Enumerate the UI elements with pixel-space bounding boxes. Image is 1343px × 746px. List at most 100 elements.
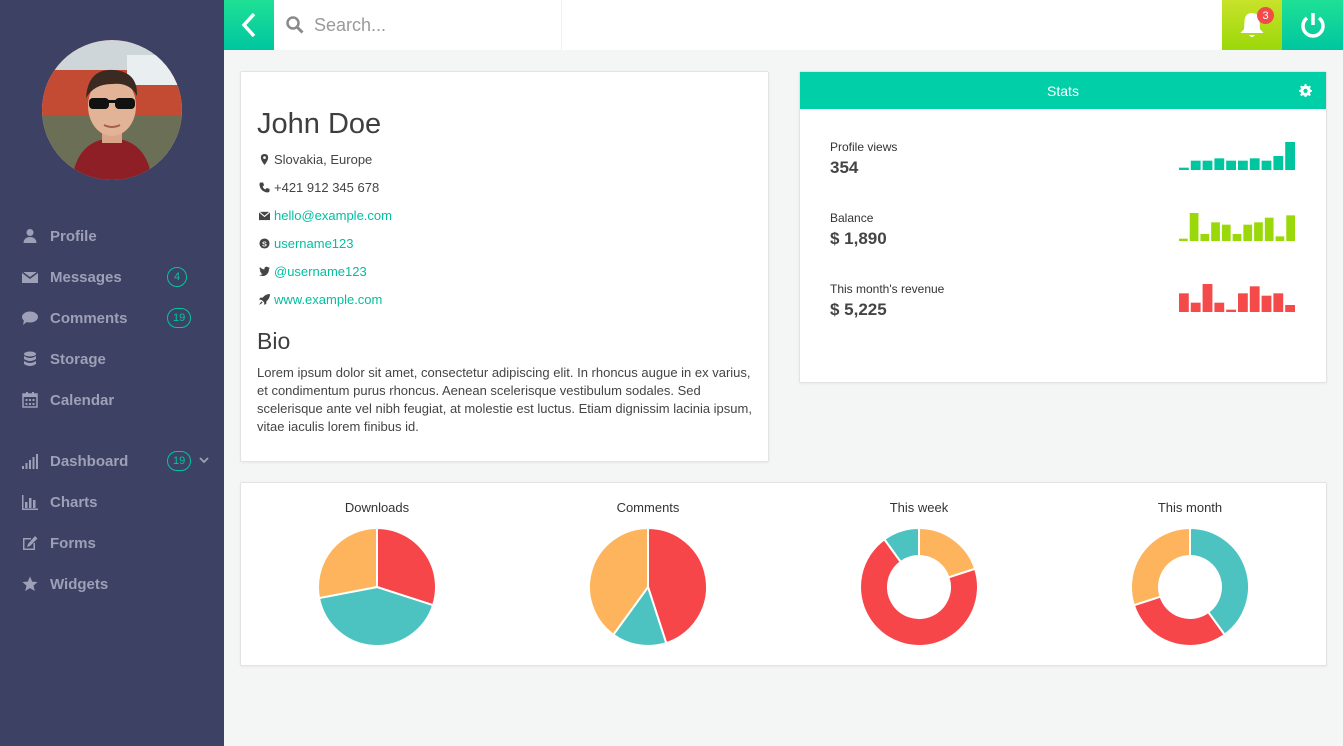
sidebar-item-label: Profile [50, 227, 97, 245]
sparkline-bar [1202, 160, 1213, 170]
website-row: www.example.com [257, 291, 382, 307]
sidebar-item-label: Storage [50, 350, 106, 368]
downloads-pie-chart [317, 527, 437, 647]
email-link[interactable]: hello@example.com [274, 208, 392, 223]
topbar: 3 [224, 0, 1343, 50]
balance-sparkline [1179, 213, 1295, 241]
this-week-donut-chart [859, 527, 979, 647]
star-icon [21, 575, 39, 593]
skype-link[interactable]: username123 [274, 236, 354, 251]
stats-title: Stats [1047, 82, 1079, 99]
sparkline-bar [1200, 234, 1210, 241]
bio-text: Lorem ipsum dolor sit amet, consectetur … [257, 365, 752, 434]
sidebar-item-calendar[interactable]: Calendar [0, 385, 224, 415]
rocket-icon [257, 292, 271, 306]
sparkline-bar [1189, 213, 1199, 241]
sidebar-item-messages[interactable]: Messages 4 [0, 262, 224, 292]
sidebar-item-forms[interactable]: Forms [0, 528, 224, 558]
logout-button[interactable] [1282, 0, 1343, 50]
sparkline-bar [1249, 286, 1260, 312]
skype-icon: S [257, 236, 271, 250]
search-box [274, 0, 562, 50]
collapse-sidebar-button[interactable] [224, 0, 274, 50]
sparkline-bar [1273, 293, 1284, 312]
pie-title: Downloads [344, 500, 410, 515]
location-text: Slovakia, Europe [274, 151, 373, 167]
user-icon [21, 227, 39, 245]
location-row: Slovakia, Europe [257, 151, 372, 167]
sparkline-bar [1179, 238, 1188, 241]
sparkline-bar [1190, 160, 1201, 170]
pie-title: Comments [616, 500, 680, 515]
this-month-donut-chart [1130, 527, 1250, 647]
sparkline-bar [1221, 224, 1231, 241]
map-marker-icon [257, 152, 271, 166]
website-link[interactable]: www.example.com [274, 292, 382, 307]
twitter-link[interactable]: @username123 [274, 264, 367, 279]
sparkline-bar [1226, 160, 1236, 170]
bio-heading: Bio [257, 328, 291, 354]
sparkline-bar [1285, 142, 1295, 170]
phone-text: +421 912 345 678 [274, 179, 380, 195]
sidebar-item-label: Comments [50, 309, 128, 327]
sidebar-item-label: Messages [50, 268, 122, 286]
edit-icon [21, 534, 39, 552]
sidebar-item-charts[interactable]: Charts [0, 487, 224, 517]
pie-charts-card: Downloads Comments This week This month [240, 482, 1327, 666]
chevron-down-icon[interactable] [199, 455, 209, 465]
profile-views-sparkline [1179, 142, 1295, 170]
sparkline-bar [1238, 293, 1248, 312]
sidebar-item-label: Calendar [50, 391, 115, 409]
stat-value: $ 1,890 [830, 229, 887, 248]
sparkline-bar [1226, 309, 1236, 312]
pie-slice [918, 527, 977, 579]
messages-count-badge: 4 [167, 267, 187, 287]
sparkline-bar [1238, 160, 1248, 170]
stats-card: Stats Profile views 354 Balance $ 1,890 … [799, 71, 1327, 383]
sidebar-item-comments[interactable]: Comments 19 [0, 303, 224, 333]
sidebar-item-label: Widgets [50, 575, 109, 593]
calendar-icon [21, 391, 39, 409]
sidebar-item-storage[interactable]: Storage [0, 344, 224, 374]
pie-slice [1130, 527, 1191, 607]
sparkline-bar [1211, 222, 1220, 241]
sparkline-bar [1179, 293, 1189, 312]
svg-text:S: S [262, 239, 267, 248]
notification-count-badge: 3 [1257, 7, 1274, 24]
sidebar-item-dashboard[interactable]: Dashboard 19 [0, 446, 224, 476]
phone-row: +421 912 345 678 [257, 179, 379, 195]
twitter-icon [257, 264, 271, 278]
sparkline-bar [1264, 217, 1274, 241]
comments-pie-chart [588, 527, 708, 647]
sidebar-item-profile[interactable]: Profile [0, 221, 224, 251]
revenue-sparkline [1179, 284, 1295, 312]
sparkline-bar [1261, 295, 1272, 312]
sparkline-bar [1214, 158, 1225, 170]
pie-title: This month [1157, 500, 1223, 515]
sidebar-item-widgets[interactable]: Widgets [0, 569, 224, 599]
stat-label: Balance [830, 211, 874, 225]
sparkline-bar [1273, 156, 1284, 170]
pie-slice [317, 527, 378, 600]
notifications-button[interactable]: 3 [1222, 0, 1282, 50]
sparkline-bar [1214, 302, 1225, 312]
skype-row: S username123 [257, 235, 354, 251]
stat-label: Profile views [830, 140, 898, 154]
email-row: hello@example.com [257, 207, 392, 223]
envelope-icon [257, 208, 271, 222]
stats-header: Stats [800, 72, 1326, 109]
gear-icon[interactable] [1299, 84, 1312, 97]
power-icon [1300, 13, 1325, 38]
sidebar-item-label: Dashboard [50, 452, 129, 470]
phone-icon [257, 180, 271, 194]
sparkline-bar [1232, 234, 1242, 241]
stat-label: This month's revenue [830, 282, 945, 296]
sparkline-bar [1179, 167, 1189, 170]
stat-value: $ 5,225 [830, 300, 887, 319]
sparkline-bar [1202, 284, 1213, 312]
sparkline-bar [1254, 222, 1263, 241]
stat-value: 354 [830, 158, 859, 177]
search-input[interactable] [314, 14, 554, 36]
avatar[interactable] [42, 40, 182, 180]
profile-card: John Doe Slovakia, Europe +421 912 345 6… [240, 71, 769, 462]
